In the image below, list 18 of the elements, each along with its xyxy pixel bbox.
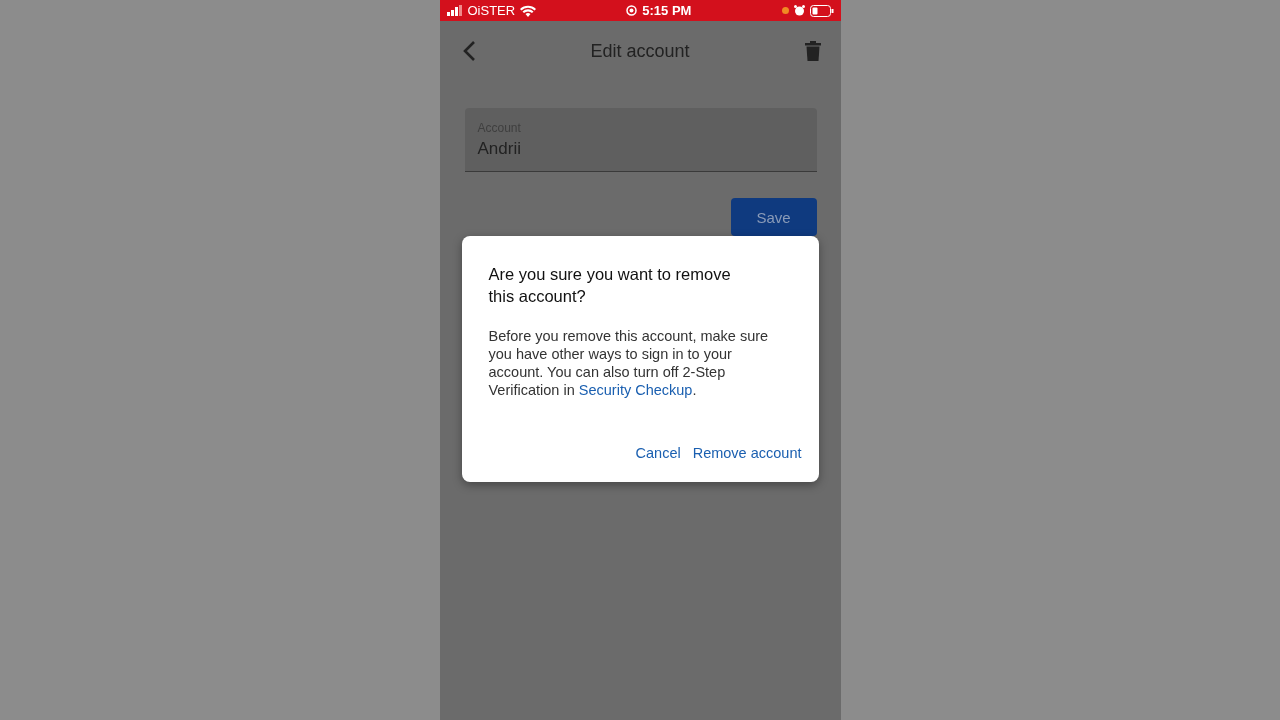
- save-button[interactable]: Save: [730, 198, 817, 236]
- battery-icon: [809, 4, 834, 17]
- back-icon[interactable]: [461, 40, 476, 62]
- dialog-message: Before you remove this account, make sure you have other ways to sign in to your account. You can also turn off 2-Step Verification in Security Checkup.: [488, 327, 770, 399]
- carrier-name: OiSTER: [467, 3, 516, 18]
- alarm-icon: [793, 5, 805, 16]
- cancel-button[interactable]: Cancel: [635, 441, 681, 465]
- signal-icon: [446, 5, 463, 16]
- security-checkup-link[interactable]: Security Checkup: [578, 382, 693, 398]
- dialog-title: Are you sure you want to remove this account?: [488, 264, 732, 307]
- remove-account-button[interactable]: Remove account: [692, 441, 802, 465]
- screen-title: Edit account: [590, 40, 690, 62]
- record-icon: [626, 5, 638, 16]
- trash-icon[interactable]: [804, 41, 821, 61]
- wifi-icon: [520, 4, 537, 17]
- indicator-dot: [781, 7, 789, 14]
- clock-time: 5:15 PM: [642, 3, 692, 18]
- field-value: Andrii: [477, 138, 522, 159]
